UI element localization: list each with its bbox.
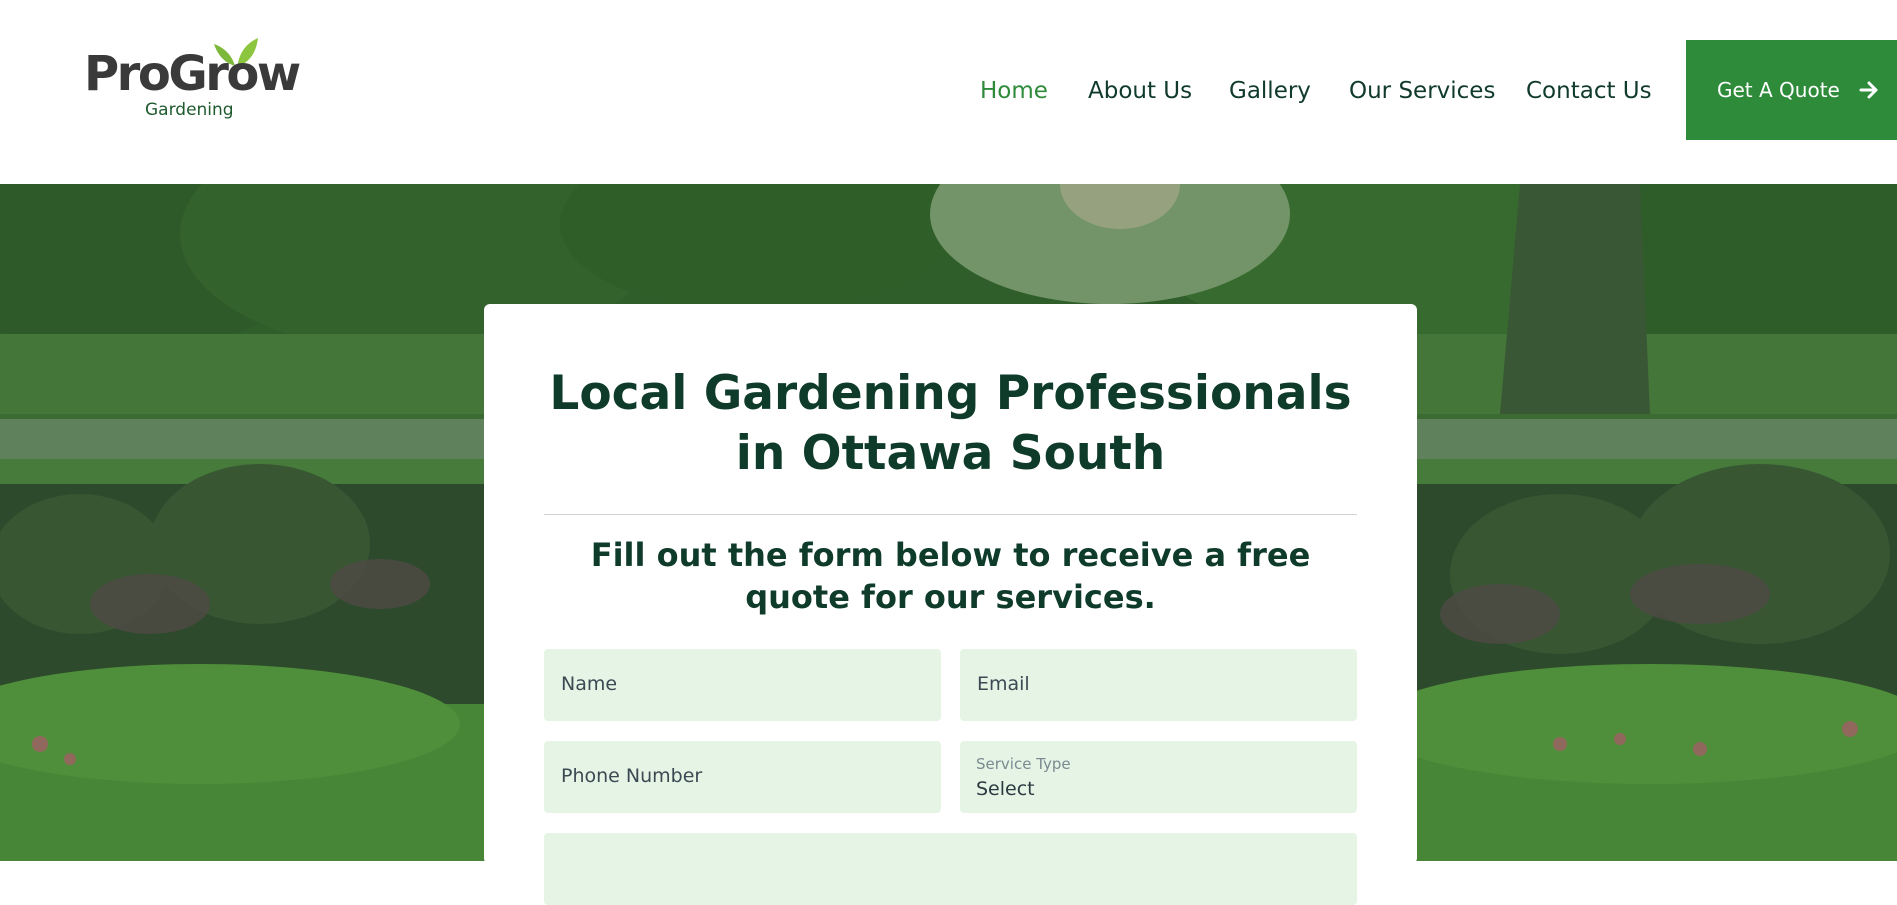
form-subheading: Fill out the form below to receive a fre… [590,536,1311,616]
get-a-quote-label: Get A Quote [1717,78,1840,102]
name-placeholder: Name [561,673,618,695]
form-heading: Local Gardening Professionals in Ottawa … [484,364,1417,484]
nav-our-services[interactable]: Our Services [1349,76,1495,106]
form-heading-line-1: Local Gardening Professionals [549,366,1352,421]
service-type-value: Select [976,778,1035,800]
site-header: ProGrow Gardening Home About Us Gallery … [0,0,1897,184]
email-placeholder: Email [977,673,1030,695]
arrow-right-icon [1859,81,1878,99]
name-field[interactable]: Name [544,649,941,721]
get-a-quote-button[interactable]: Get A Quote [1686,40,1897,140]
service-type-label: Service Type [976,755,1071,773]
nav-about-us[interactable]: About Us [1088,76,1192,106]
form-heading-line-2: in Ottawa South [735,426,1166,481]
logo-wordmark: ProGrow [84,46,301,102]
phone-number-field[interactable]: Phone Number [544,741,941,813]
logo-tagline: Gardening [145,100,234,120]
service-type-select[interactable]: Service Type Select [960,741,1357,813]
nav-gallery[interactable]: Gallery [1229,76,1311,106]
message-field[interactable] [544,833,1357,905]
quote-form-card: Local Gardening Professionals in Ottawa … [484,304,1417,905]
divider [544,514,1357,515]
nav-home[interactable]: Home [980,76,1048,106]
phone-placeholder: Phone Number [561,765,703,787]
email-field[interactable]: Email [960,649,1357,721]
progrow-logo[interactable]: ProGrow Gardening [84,36,304,126]
nav-contact-us[interactable]: Contact Us [1526,76,1652,106]
